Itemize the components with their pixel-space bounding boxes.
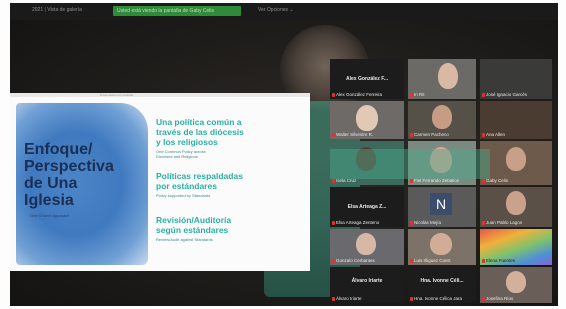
participant-tile[interactable]: Walter Silvestre R. — [330, 101, 404, 139]
participant-name: Elsa Arteaga Zenteno — [336, 220, 380, 225]
slide-header-bar: Presentación en pantalla — [10, 93, 310, 97]
participant-tile[interactable]: Carmen Pacheco — [408, 101, 476, 139]
muted-mic-icon — [332, 297, 335, 301]
participant-name: Luis Iñiguez Contr. — [414, 258, 452, 263]
participant-name: Alex González F... — [346, 75, 388, 82]
bullet-sub-2: Policy supported by Standards — [156, 193, 211, 198]
slide-title: Enfoque/ Perspectiva de Una Iglesia — [24, 141, 114, 209]
participant-tile[interactable]: N Nicolás Mejía — [408, 187, 476, 227]
muted-mic-icon — [410, 179, 413, 183]
participant-name: In Rit — [414, 92, 425, 97]
avatar-initial: N — [430, 193, 452, 215]
participant-tile[interactable]: Josefina Ríos — [480, 267, 552, 303]
participant-tile[interactable]: Álvaro Iriarte Álvaro Iriarte — [330, 267, 404, 303]
participant-face — [356, 233, 376, 255]
participant-name: Josefina Ríos — [486, 296, 514, 301]
participant-face — [506, 271, 526, 293]
participant-name: Ana Allen — [486, 132, 506, 137]
slide-subtitle: One Church Approach — [30, 213, 70, 218]
screen-share-banner: Usted está viendo la pantalla de Gaby Ce… — [113, 6, 241, 16]
bullet-title-1: Una política común a través de las dióce… — [156, 117, 244, 147]
muted-mic-icon — [332, 221, 335, 225]
shared-slide: Presentación en pantalla Enfoque/ Perspe… — [10, 93, 310, 271]
participant-name: Nicolás Mejía — [414, 220, 442, 225]
bullet-title-2: Políticas respaldadas por estándares — [156, 171, 243, 191]
participant-name: Hna. Ivonne Célica Jara — [414, 296, 463, 301]
muted-mic-icon — [410, 259, 413, 263]
participant-tile[interactable]: Elsa Arteaga Z... Elsa Arteaga Zenteno — [330, 187, 404, 227]
slide-header-text: Presentación en pantalla — [100, 93, 134, 97]
bullet-title-3: Revisión/Auditoría según estándares — [156, 215, 232, 235]
participant-tile[interactable]: Alex González F... Alex González Ferreir… — [330, 59, 404, 99]
participant-name: José Ignacio Garcés — [486, 92, 528, 97]
muted-mic-icon — [482, 179, 485, 183]
muted-mic-icon — [410, 133, 413, 137]
muted-mic-icon — [482, 133, 485, 137]
participant-tile[interactable]: Hna. Ivonne Céli... Hna. Ivonne Célica J… — [408, 267, 476, 303]
participant-face — [356, 105, 378, 131]
muted-mic-icon — [482, 297, 485, 301]
muted-mic-icon — [410, 221, 413, 225]
participant-name: Elsa Arteaga Z... — [347, 203, 387, 210]
muted-mic-icon — [332, 93, 335, 97]
monitor-screen: 2021 | Vista de galería Usted está viend… — [10, 3, 558, 306]
participant-name: Álvaro Iriarte — [336, 296, 362, 301]
participant-name: Álvaro Iriarte — [351, 277, 383, 284]
participant-face — [438, 63, 458, 89]
bullet-sub-1: One Common Policy across Dioceses and Re… — [156, 149, 206, 159]
participant-name: Elena Fuentes — [486, 258, 516, 263]
participant-tile[interactable]: In Rit — [408, 59, 476, 99]
participant-face — [430, 233, 452, 255]
participant-tile[interactable]: Ana Allen — [480, 101, 552, 139]
participant-name: Carmen Pacheco — [414, 132, 449, 137]
zoom-top-bar: 2021 | Vista de galería Usted está viend… — [10, 3, 558, 20]
muted-mic-icon — [482, 259, 485, 263]
participant-name: Walter Silvestre R. — [336, 132, 374, 137]
muted-mic-icon — [332, 259, 335, 263]
participant-face — [506, 147, 526, 171]
muted-mic-icon — [482, 221, 485, 225]
participant-tile[interactable]: José Ignacio Garcés — [480, 59, 552, 99]
muted-mic-icon — [332, 179, 335, 183]
participant-tile[interactable]: Luis Iñiguez Contr. — [408, 229, 476, 265]
participant-face — [506, 191, 526, 215]
participant-tile[interactable]: Gaby Celis — [480, 141, 552, 185]
participant-name: Juan Pablo Lagos — [486, 220, 523, 225]
view-options-button[interactable]: Ver Opciones ⌄ — [258, 7, 294, 13]
participant-name: Alex González Ferreira — [336, 92, 383, 97]
bullet-sub-3: Review/Audit against Standards — [156, 237, 213, 242]
muted-mic-icon — [410, 297, 413, 301]
participant-face — [432, 105, 452, 129]
participant-name: Hna. Ivonne Céli... — [420, 277, 464, 284]
muted-mic-icon — [332, 133, 335, 137]
muted-mic-icon — [482, 93, 485, 97]
muted-mic-icon — [410, 93, 413, 97]
participant-tile[interactable]: Gonzalo Cerbantes — [330, 229, 404, 265]
phone-reflection-overlay — [330, 149, 490, 179]
participant-tile[interactable]: Juan Pablo Lagos — [480, 187, 552, 227]
participant-tile[interactable]: Elena Fuentes — [480, 229, 552, 265]
view-mode-text: 2021 | Vista de galería — [32, 7, 82, 13]
participant-name: Gonzalo Cerbantes — [336, 258, 375, 263]
